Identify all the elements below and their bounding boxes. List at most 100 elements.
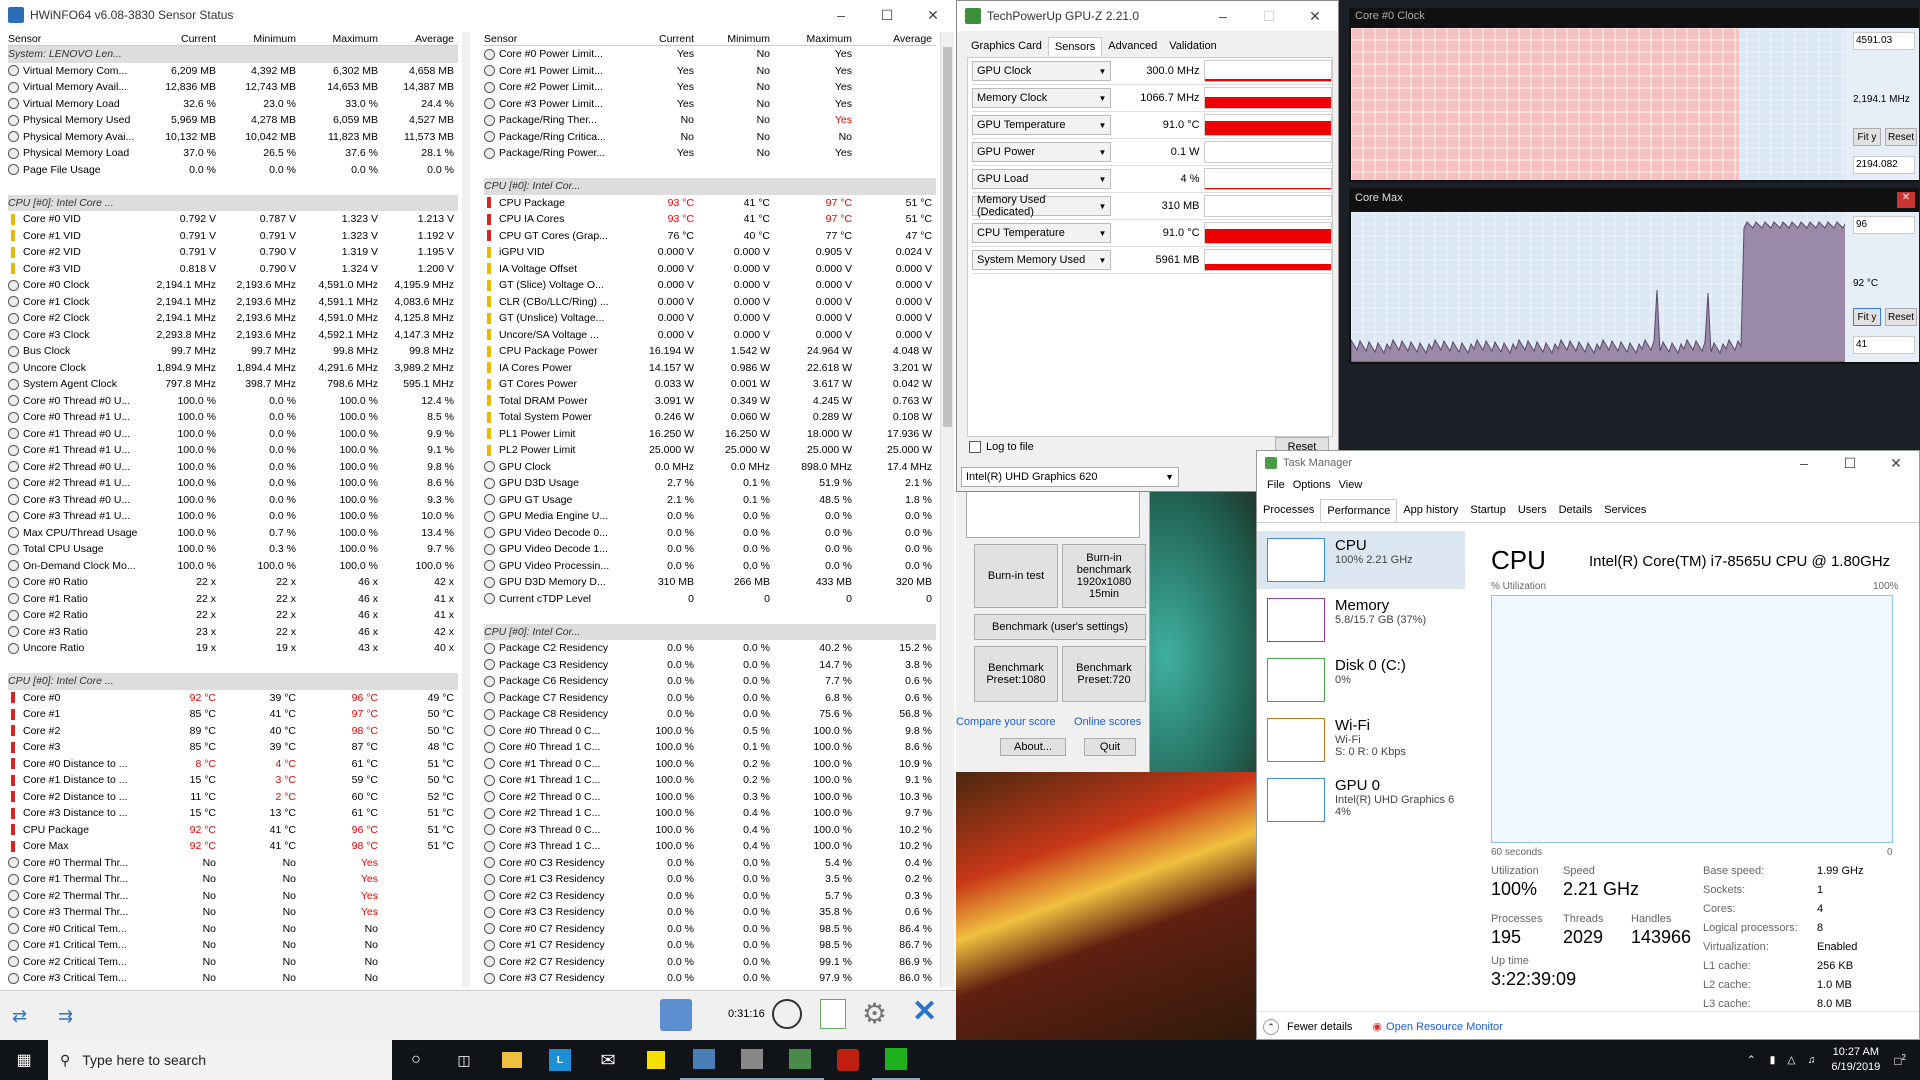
hwinfo-sensor-row[interactable]: GPU Media Engine U... 0.0 % 0.0 % 0.0 % 0.0 …: [484, 508, 936, 525]
mail-icon[interactable]: ✉: [584, 1050, 632, 1071]
hwinfo-sensor-row[interactable]: Core #2 Power Limit... Yes No Yes: [484, 79, 936, 96]
hwinfo-sensor-row[interactable]: Physical Memory Used 5,969 MB 4,278 MB 6,05…: [8, 112, 458, 129]
taskbar-search[interactable]: ⚲ Type here to search: [48, 1040, 392, 1080]
gpuz-sensor-label[interactable]: GPU Power ▼: [972, 142, 1112, 162]
hwinfo-sensor-row[interactable]: Core #2 Critical Tem... No No No: [8, 954, 458, 971]
burnin-benchmark-button[interactable]: Burn-in benchmark 1920x1080 15min: [1062, 544, 1146, 608]
hwinfo-sensor-row[interactable]: Core #1 Thread #0 U... 100.0 % 0.0 % 100.0 …: [8, 426, 458, 443]
chevron-up-icon[interactable]: ⌃: [1263, 1018, 1279, 1035]
hwinfo-sensor-row[interactable]: Core #2 C7 Residency 0.0 % 0.0 % 99.1 % 86.9…: [484, 954, 936, 971]
close-icon[interactable]: ✕: [910, 7, 956, 24]
hwinfo-sensor-row[interactable]: Core #2 Clock 2,194.1 MHz 2,193.6 MHz 4,591…: [8, 310, 458, 327]
tm-tab-details[interactable]: Details: [1553, 499, 1599, 522]
hwinfo-sensor-row[interactable]: PL2 Power Limit 25.000 W 25.000 W 25.000 W 2…: [484, 442, 936, 459]
hwinfo-sensor-row[interactable]: Package C7 Residency 0.0 % 0.0 % 6.8 % 0.6 %: [484, 690, 936, 707]
hwinfo-sensor-row[interactable]: Core #1 Thermal Thr... No No Yes: [8, 871, 458, 888]
gpuz-close-icon[interactable]: ✕: [1292, 8, 1338, 25]
hwinfo-sensor-row[interactable]: GPU GT Usage 2.1 % 0.1 % 48.5 % 1.8 %: [484, 492, 936, 509]
hwinfo-sensor-row[interactable]: Package/Ring Power... Yes No Yes: [484, 145, 936, 162]
hwinfo-sensor-row[interactable]: CPU Package Power 16.194 W 1.542 W 24.964 W…: [484, 343, 936, 360]
hwinfo-sensor-row[interactable]: [484, 607, 936, 624]
hwinfo-header-4[interactable]: Average: [378, 33, 454, 45]
tm-tab-users[interactable]: Users: [1512, 499, 1553, 522]
tm-tab-processes[interactable]: Processes: [1257, 499, 1320, 522]
hwinfo-sensor-row[interactable]: Virtual Memory Avail... 12,836 MB 12,743 M…: [8, 79, 458, 96]
hwinfo-sensor-row[interactable]: Core #0 Distance to ... 8 °C 4 °C 61 °C 51 °…: [8, 756, 458, 773]
hwinfo-sensor-row[interactable]: Uncore Clock 1,894.9 MHz 1,894.4 MHz 4,291.…: [8, 360, 458, 377]
hwinfo-sensor-row[interactable]: Core #2 Ratio 22 x 22 x 46 x 41 x: [8, 607, 458, 624]
hwinfo-sensor-row[interactable]: GPU D3D Usage 2.7 % 0.1 % 51.9 % 2.1 %: [484, 475, 936, 492]
hwinfo-sensor-row[interactable]: Core #1 VID 0.791 V 0.791 V 1.323 V 1.192 V: [8, 228, 458, 245]
tab-graphics-card[interactable]: Graphics Card: [965, 37, 1048, 56]
hwinfo-sensor-row[interactable]: Core #1 C7 Residency 0.0 % 0.0 % 98.5 % 86.7…: [484, 937, 936, 954]
fewer-details-link[interactable]: Fewer details: [1287, 1021, 1352, 1033]
hwinfo-sensor-row[interactable]: GPU Video Decode 1... 0.0 % 0.0 % 0.0 % 0.0 …: [484, 541, 936, 558]
compare-score-link[interactable]: Compare your score: [956, 716, 1056, 728]
about-button[interactable]: About...: [1000, 738, 1066, 756]
file-explorer-icon[interactable]: [488, 1040, 536, 1080]
tm-side-item-4[interactable]: GPU 0 Intel(R) UHD Graphics 6 4%: [1257, 771, 1465, 829]
hwinfo-sensor-row[interactable]: Core #3 VID 0.818 V 0.790 V 1.324 V 1.200 V: [8, 261, 458, 278]
graph2-close-icon[interactable]: ✕: [1897, 192, 1915, 208]
hwinfo-section-header[interactable]: CPU [#0]: Intel Cor...: [484, 623, 936, 640]
hwinfo-right-scrollbar[interactable]: [940, 32, 954, 987]
sticky-notes-icon[interactable]: [632, 1040, 680, 1080]
hwinfo-sensor-row[interactable]: Core #3 Distance to ... 15 °C 13 °C 61 °C 51…: [8, 805, 458, 822]
graph1-fit-button[interactable]: Fit y: [1853, 128, 1881, 146]
hwinfo-sensor-row[interactable]: Core #2 Thread 1 C... 100.0 % 0.4 % 100.0 %…: [484, 805, 936, 822]
hwinfo-sensor-row[interactable]: IA Cores Power 14.157 W 0.986 W 22.618 W 3.2…: [484, 360, 936, 377]
hwinfo-sensor-row[interactable]: Core #3 Critical Tem... No No No: [8, 970, 458, 987]
hwinfo-sensor-row[interactable]: Virtual Memory Com... 6,209 MB 4,392 MB 6,3…: [8, 63, 458, 80]
hwinfo-right-panel[interactable]: Sensor Current Minimum Maximum Average Core #…: [484, 32, 936, 987]
hwinfo-sensor-row[interactable]: GPU Video Decode 0... 0.0 % 0.0 % 0.0 % 0.0 …: [484, 525, 936, 542]
hwinfo-left-scrollbar[interactable]: [462, 32, 470, 987]
hwinfo-sensor-row[interactable]: Current cTDP Level 0 0 0 0: [484, 591, 936, 608]
hwinfo-sensor-row[interactable]: [8, 178, 458, 195]
hwinfo-sensor-row[interactable]: Core #0 C3 Residency 0.0 % 0.0 % 5.4 % 0.4 %: [484, 855, 936, 872]
hwinfo-sensor-row[interactable]: Core #2 89 °C 40 °C 98 °C 50 °C: [8, 723, 458, 740]
hwinfo-sensor-row[interactable]: Uncore Ratio 19 x 19 x 43 x 40 x: [8, 640, 458, 657]
volume-icon[interactable]: ♫: [1807, 1054, 1815, 1066]
chevron-up-tray-icon[interactable]: ⌃: [1747, 1054, 1756, 1066]
hwinfo-sensor-row[interactable]: Uncore/SA Voltage ... 0.000 V 0.000 V 0.000…: [484, 327, 936, 344]
settings-gear-icon[interactable]: ⚙: [862, 999, 887, 1029]
hwinfo-sensor-row[interactable]: IA Voltage Offset 0.000 V 0.000 V 0.000 V 0.…: [484, 261, 936, 278]
burnin-test-button[interactable]: Burn-in test: [974, 544, 1058, 608]
battery-icon[interactable]: ▮: [1770, 1054, 1776, 1066]
gpuz-maximize-icon[interactable]: ☐: [1246, 8, 1292, 25]
hwinfo-sensor-row[interactable]: Core #3 Clock 2,293.8 MHz 2,193.6 MHz 4,592…: [8, 327, 458, 344]
hwinfo-sensor-row[interactable]: CLR (CBo/LLC/Ring) ... 0.000 V 0.000 V 0.00…: [484, 294, 936, 311]
furmark-taskbar-icon[interactable]: [776, 1040, 824, 1080]
hwinfo-sensor-row[interactable]: Core #0 Thread #1 U... 100.0 % 0.0 % 100.0 …: [8, 409, 458, 426]
hwinfo-left-panel[interactable]: Sensor Current Minimum Maximum Average System…: [8, 32, 458, 987]
close-x-icon[interactable]: ✕: [912, 997, 937, 1027]
hwinfo-sensor-row[interactable]: Core #2 VID 0.791 V 0.790 V 1.319 V 1.195 V: [8, 244, 458, 261]
gpuz-sensor-label[interactable]: Memory Clock ▼: [972, 88, 1112, 108]
hwinfo-header-0[interactable]: Sensor: [8, 33, 138, 45]
hwinfo-sensor-row[interactable]: Total System Power 0.246 W 0.060 W 0.289 W 0…: [484, 409, 936, 426]
hwinfo-sensor-row[interactable]: Physical Memory Load 37.0 % 26.5 % 37.6 % 28…: [8, 145, 458, 162]
hwinfo-header-row[interactable]: Sensor Current Minimum Maximum Average: [8, 32, 458, 46]
menu-file[interactable]: File: [1267, 479, 1285, 491]
hwinfo-sensor-row[interactable]: CPU IA Cores 93 °C 41 °C 97 °C 51 °C: [484, 211, 936, 228]
hwinfo-sensor-row[interactable]: PL1 Power Limit 16.250 W 16.250 W 18.000 W 1…: [484, 426, 936, 443]
arrows-collapse-icon[interactable]: ⇉: [58, 1006, 73, 1027]
tm-tab-startup[interactable]: Startup: [1464, 499, 1511, 522]
tm-side-item-1[interactable]: Memory 5.8/15.7 GB (37%): [1257, 591, 1465, 649]
gpuz-sensor-label[interactable]: GPU Temperature ▼: [972, 115, 1112, 135]
hwinfo-sensor-row[interactable]: Core #1 85 °C 41 °C 97 °C 50 °C: [8, 706, 458, 723]
gpuz-sensor-label[interactable]: GPU Load ▼: [972, 169, 1112, 189]
tm-side-item-2[interactable]: Disk 0 (C:) 0%: [1257, 651, 1465, 709]
hwinfo-sensor-row[interactable]: Core #1 Thread 0 C... 100.0 % 0.2 % 100.0 %…: [484, 756, 936, 773]
preset-720-button[interactable]: Benchmark Preset:720: [1062, 646, 1146, 702]
hwinfo-sensor-row[interactable]: Core #2 Thread #1 U... 100.0 % 0.0 % 100.0 …: [8, 475, 458, 492]
hwinfo-sensor-row[interactable]: On-Demand Clock Mo... 100.0 % 100.0 % 100.0…: [8, 558, 458, 575]
arrows-left-right-icon[interactable]: ⇄: [12, 1006, 27, 1027]
tab-validation[interactable]: Validation: [1163, 37, 1223, 56]
tm-maximize-icon[interactable]: ☐: [1827, 455, 1873, 472]
hwinfo-sensor-row[interactable]: [8, 657, 458, 674]
hwinfo-sensor-row[interactable]: Core #3 85 °C 39 °C 87 °C 48 °C: [8, 739, 458, 756]
hwinfo-sensor-row[interactable]: Bus Clock 99.7 MHz 99.7 MHz 99.8 MHz 99.8 MH…: [8, 343, 458, 360]
hwinfo-sensor-row[interactable]: Core #0 Ratio 22 x 22 x 46 x 42 x: [8, 574, 458, 591]
hwinfo-sensor-row[interactable]: Total DRAM Power 3.091 W 0.349 W 4.245 W 0.7…: [484, 393, 936, 410]
